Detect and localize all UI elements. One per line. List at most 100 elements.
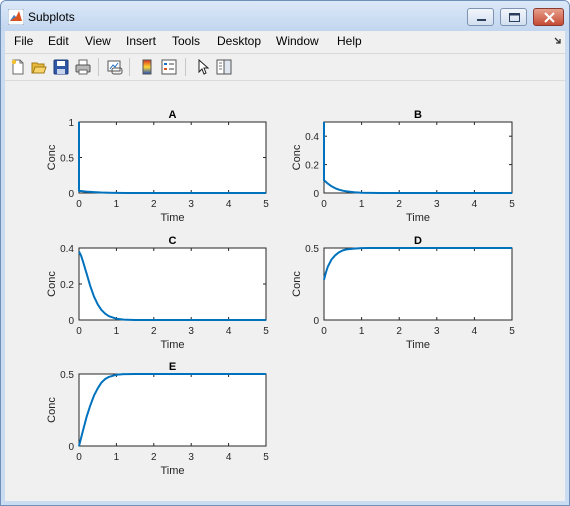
x-tick-label: 1 <box>359 326 365 337</box>
x-tick-label: 4 <box>472 199 478 210</box>
x-axis-label: Time <box>160 465 184 477</box>
x-tick-label: 0 <box>76 326 82 337</box>
x-tick-label: 4 <box>226 326 232 337</box>
figure-canvas: 0 1 2 3 4 5 0 0.5 1 A Time Conc 0 1 2 3 4 5 0 0.2 0.4 B Time Co… <box>5 81 565 501</box>
y-axis-label: Conc <box>291 271 303 297</box>
axes-box <box>323 247 513 321</box>
menu-file[interactable]: File <box>14 34 33 48</box>
x-tick-label: 0 <box>76 199 82 210</box>
y-tick-label: 0 <box>68 316 74 327</box>
y-axis-label: Conc <box>46 397 58 423</box>
y-tick-label: 0 <box>313 316 319 327</box>
minimize-button[interactable] <box>467 8 494 26</box>
x-tick-label: 3 <box>434 199 440 210</box>
y-tick-label: 0.2 <box>60 280 74 291</box>
x-tick-label: 2 <box>151 199 157 210</box>
subplot-title: B <box>414 109 422 121</box>
x-tick-label: 2 <box>151 452 157 463</box>
menu-desktop[interactable]: Desktop <box>217 34 261 48</box>
x-tick-label: 1 <box>114 199 120 210</box>
open-icon[interactable] <box>30 58 48 76</box>
legend-icon[interactable] <box>160 58 178 76</box>
menu-help[interactable]: Help <box>337 34 362 48</box>
axes-box <box>323 121 513 194</box>
axes-box <box>78 373 267 447</box>
window-title: Subplots <box>28 10 75 24</box>
y-tick-label: 0 <box>313 189 319 200</box>
x-tick-label: 5 <box>509 326 515 337</box>
y-tick-label: 0.4 <box>305 132 319 143</box>
x-tick-label: 5 <box>509 199 515 210</box>
toolbar-separator <box>185 58 186 76</box>
maximize-button[interactable] <box>500 8 527 26</box>
y-axis-label: Conc <box>46 144 58 170</box>
subplot-e: 0 1 2 3 4 5 0 0.5 E Time Conc <box>46 361 269 477</box>
x-tick-label: 0 <box>321 326 327 337</box>
x-axis-label: Time <box>406 212 430 224</box>
y-tick-label: 0 <box>68 189 74 200</box>
toolbar-separator <box>98 58 99 76</box>
x-axis-label: Time <box>160 212 184 224</box>
subplot-c: 0 1 2 3 4 5 0 0.2 0.4 C Time Conc <box>46 235 269 351</box>
x-tick-label: 1 <box>114 452 120 463</box>
dock-arrow-icon[interactable] <box>553 36 563 46</box>
subplot-title: A <box>169 109 177 121</box>
subplot-title: E <box>169 361 176 373</box>
subplot-d: 0 1 2 3 4 5 0 0.5 D Time Conc <box>291 235 515 351</box>
x-axis-label: Time <box>160 339 184 351</box>
close-button[interactable] <box>533 8 564 26</box>
y-tick-label: 0.2 <box>305 161 319 172</box>
x-tick-label: 5 <box>263 199 269 210</box>
x-tick-label: 5 <box>263 326 269 337</box>
y-tick-label: 0.5 <box>60 154 74 165</box>
figure-toolbar <box>5 54 565 81</box>
subplot-title: C <box>169 235 177 247</box>
menu-window[interactable]: Window <box>276 34 319 48</box>
x-tick-label: 2 <box>396 326 402 337</box>
figure-window: Subplots File Edit View Insert Tools Des… <box>0 0 570 506</box>
x-tick-label: 4 <box>226 452 232 463</box>
axes-box <box>78 121 267 194</box>
menu-view[interactable]: View <box>85 34 111 48</box>
colorbar-icon[interactable] <box>138 58 156 76</box>
y-axis-label: Conc <box>291 144 303 170</box>
x-tick-label: 4 <box>226 199 232 210</box>
x-tick-label: 2 <box>151 326 157 337</box>
menu-insert[interactable]: Insert <box>126 34 156 48</box>
y-tick-label: 0.5 <box>305 244 319 255</box>
property-editor-icon[interactable] <box>215 58 233 76</box>
edit-plot-icon[interactable] <box>194 58 212 76</box>
y-axis-label: Conc <box>46 271 58 297</box>
subplots-svg: 0 1 2 3 4 5 0 0.5 1 A Time Conc 0 1 2 3 4 5 0 0.2 0.4 B Time Co… <box>46 109 515 477</box>
link-plot-icon[interactable] <box>106 58 124 76</box>
x-axis-label: Time <box>406 339 430 351</box>
x-tick-label: 5 <box>263 452 269 463</box>
menu-tools[interactable]: Tools <box>172 34 200 48</box>
maximize-icon <box>509 13 520 22</box>
minimize-icon <box>477 19 486 21</box>
close-icon <box>544 12 555 23</box>
axes-box <box>78 247 267 321</box>
y-tick-label: 0 <box>68 442 74 453</box>
x-tick-label: 3 <box>188 326 194 337</box>
x-tick-label: 2 <box>396 199 402 210</box>
matlab-logo-icon <box>8 9 24 25</box>
save-icon[interactable] <box>52 58 70 76</box>
x-tick-label: 0 <box>76 452 82 463</box>
title-bar[interactable]: Subplots <box>1 1 569 31</box>
print-icon[interactable] <box>74 58 92 76</box>
subplot-a: 0 1 2 3 4 5 0 0.5 1 A Time Conc <box>46 109 269 224</box>
y-tick-label: 0.5 <box>60 370 74 381</box>
x-tick-label: 1 <box>359 199 365 210</box>
x-tick-label: 4 <box>472 326 478 337</box>
x-tick-label: 0 <box>321 199 327 210</box>
new-figure-icon[interactable] <box>9 58 27 76</box>
x-tick-label: 3 <box>188 452 194 463</box>
x-tick-label: 3 <box>188 199 194 210</box>
toolbar-separator <box>129 58 130 76</box>
y-tick-label: 0.4 <box>60 244 74 255</box>
y-tick-label: 1 <box>68 118 74 129</box>
x-tick-label: 1 <box>114 326 120 337</box>
x-tick-label: 3 <box>434 326 440 337</box>
menu-edit[interactable]: Edit <box>48 34 69 48</box>
